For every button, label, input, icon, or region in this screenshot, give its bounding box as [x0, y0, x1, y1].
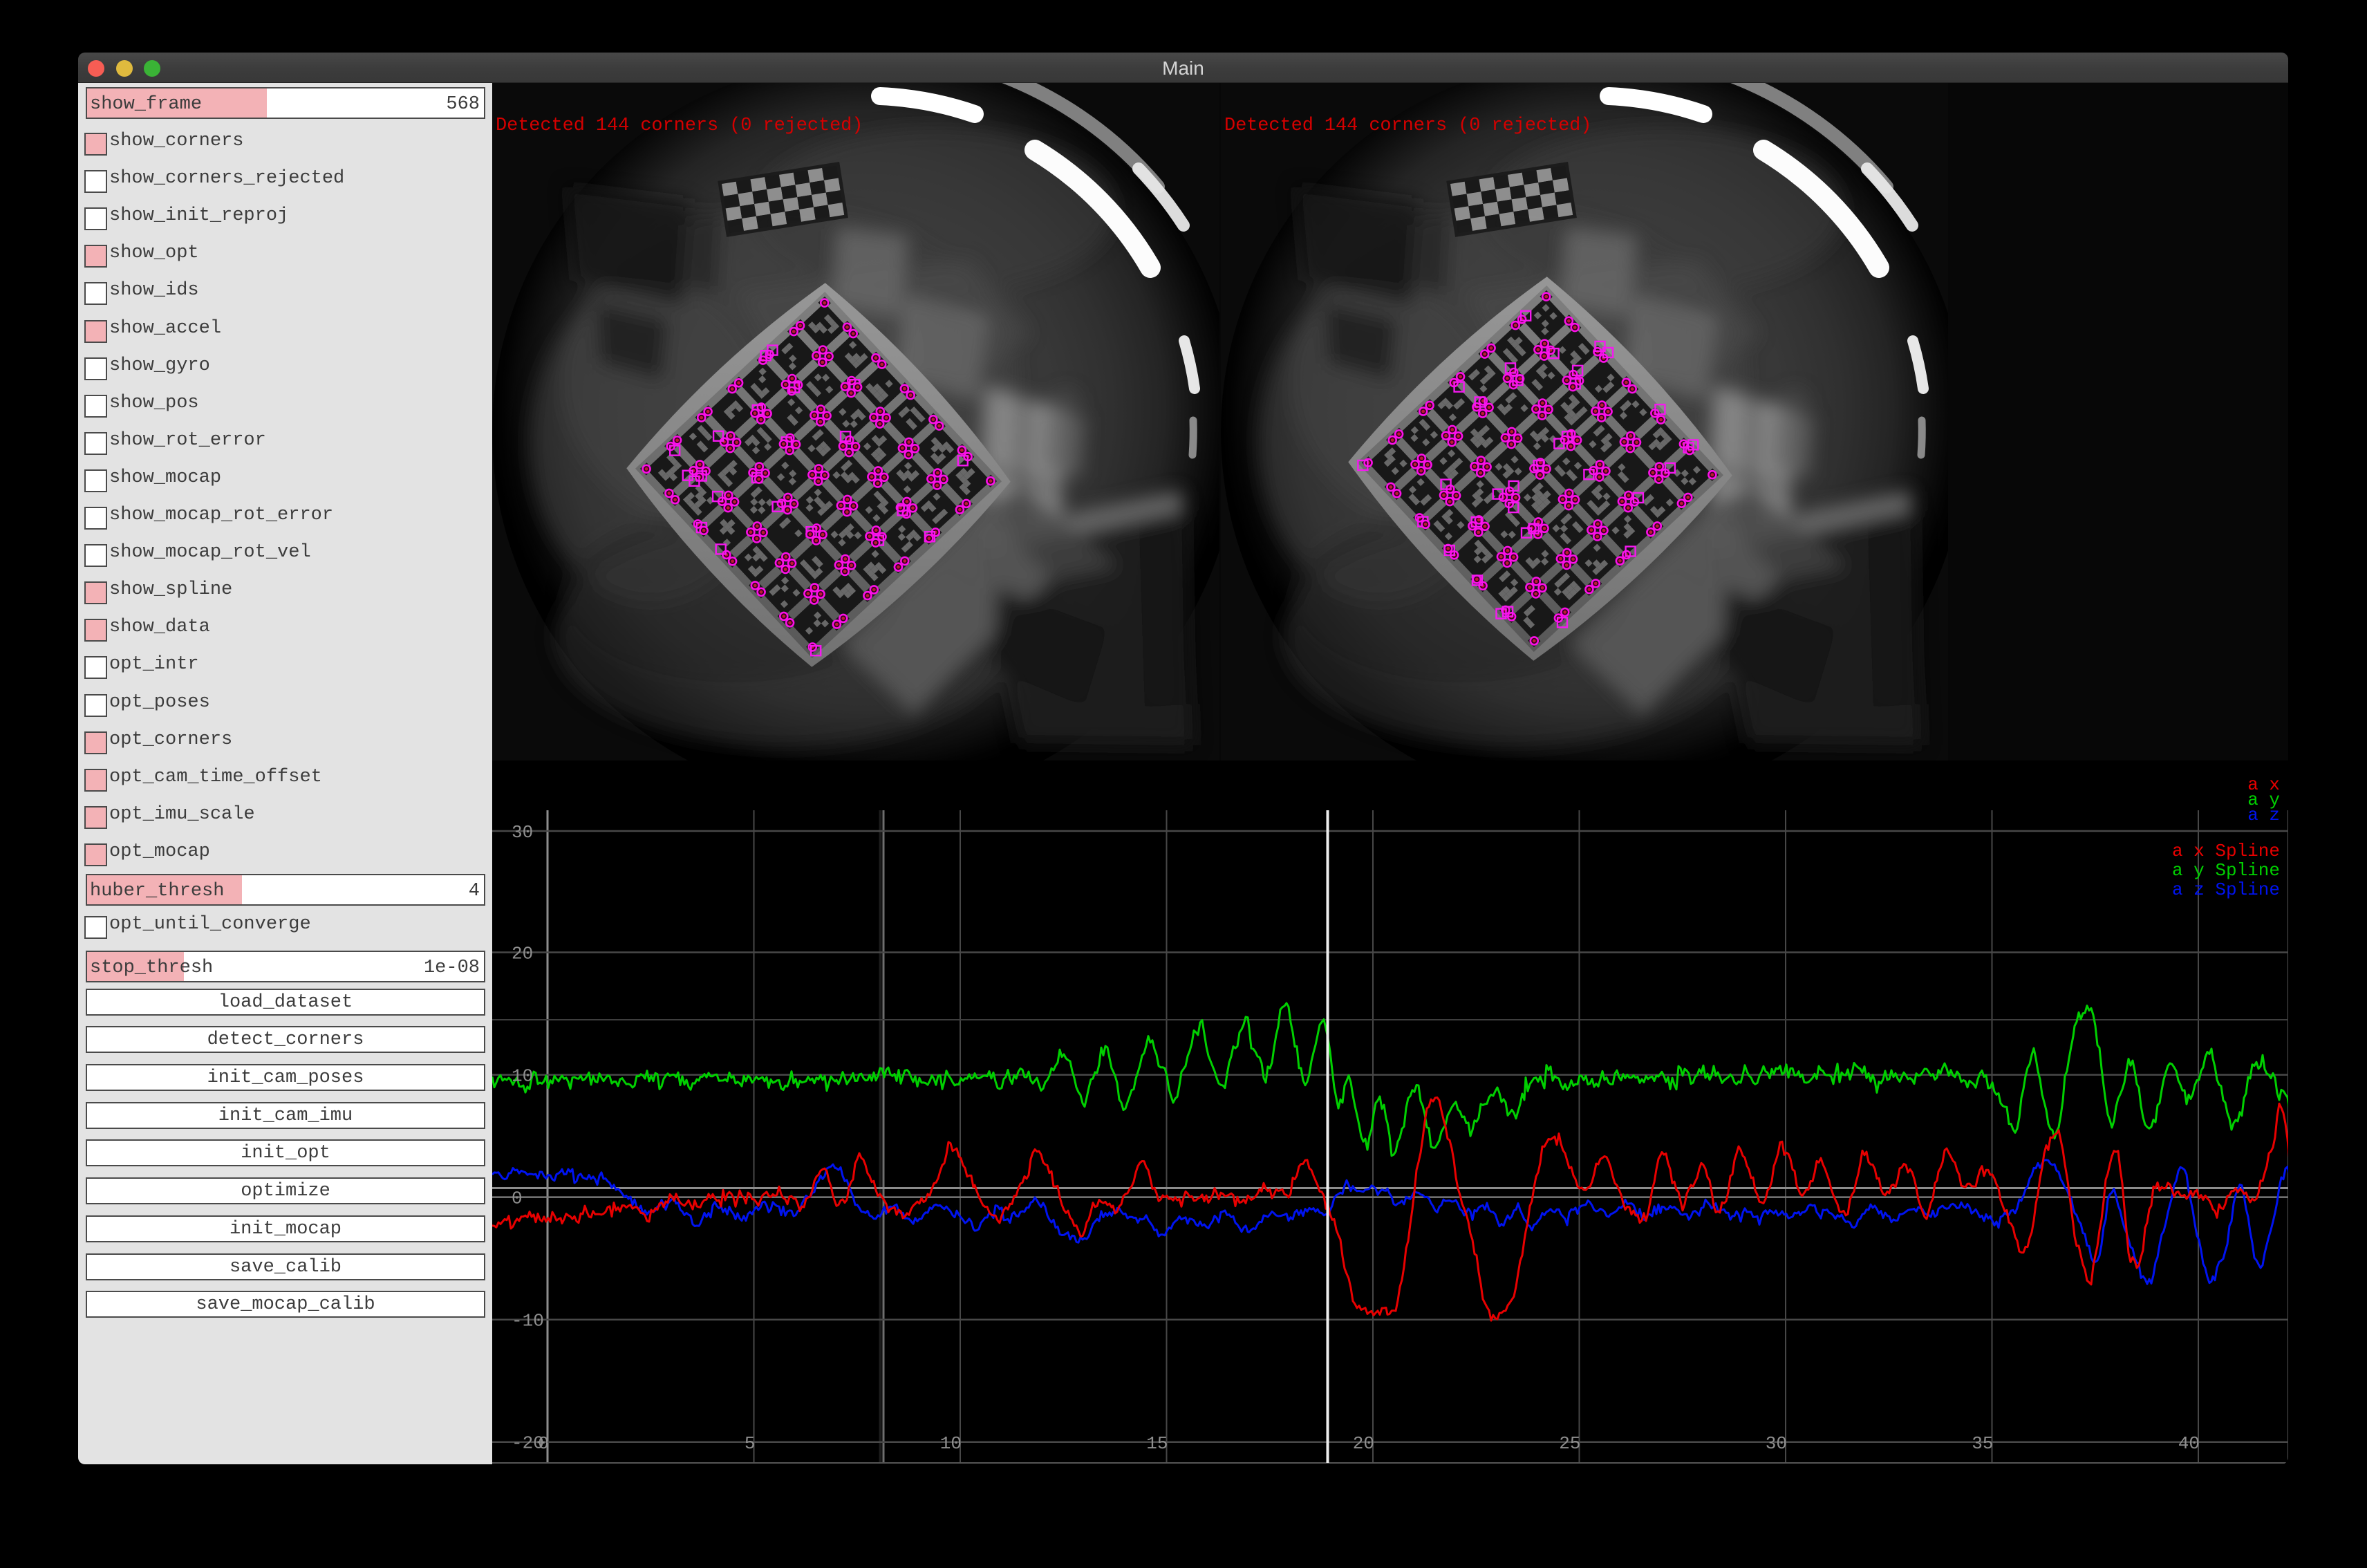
svg-text:0: 0	[512, 1188, 523, 1209]
svg-text:0: 0	[538, 1433, 549, 1454]
svg-text:15: 15	[1146, 1433, 1168, 1454]
svg-text:10: 10	[940, 1433, 962, 1454]
svg-text:Detected 144 corners (0 reject: Detected 144 corners (0 rejected)	[496, 115, 863, 136]
svg-text:-10: -10	[512, 1311, 544, 1332]
svg-text:35: 35	[1972, 1433, 1993, 1454]
svg-text:25: 25	[1559, 1433, 1580, 1454]
svg-text:Detected 144 corners (0 reject: Detected 144 corners (0 rejected)	[1224, 115, 1591, 136]
svg-text:40: 40	[2178, 1433, 2200, 1454]
svg-text:30: 30	[512, 822, 533, 843]
svg-text:a z: a z	[2247, 805, 2280, 825]
svg-text:a x Spline: a x Spline	[2172, 841, 2280, 861]
svg-text:a y Spline: a y Spline	[2172, 860, 2280, 881]
svg-text:5: 5	[745, 1433, 756, 1454]
svg-text:20: 20	[512, 944, 533, 964]
svg-text:20: 20	[1353, 1433, 1374, 1454]
svg-text:30: 30	[1766, 1433, 1787, 1454]
svg-text:10: 10	[512, 1066, 533, 1087]
svg-text:a z Spline: a z Spline	[2172, 879, 2280, 900]
